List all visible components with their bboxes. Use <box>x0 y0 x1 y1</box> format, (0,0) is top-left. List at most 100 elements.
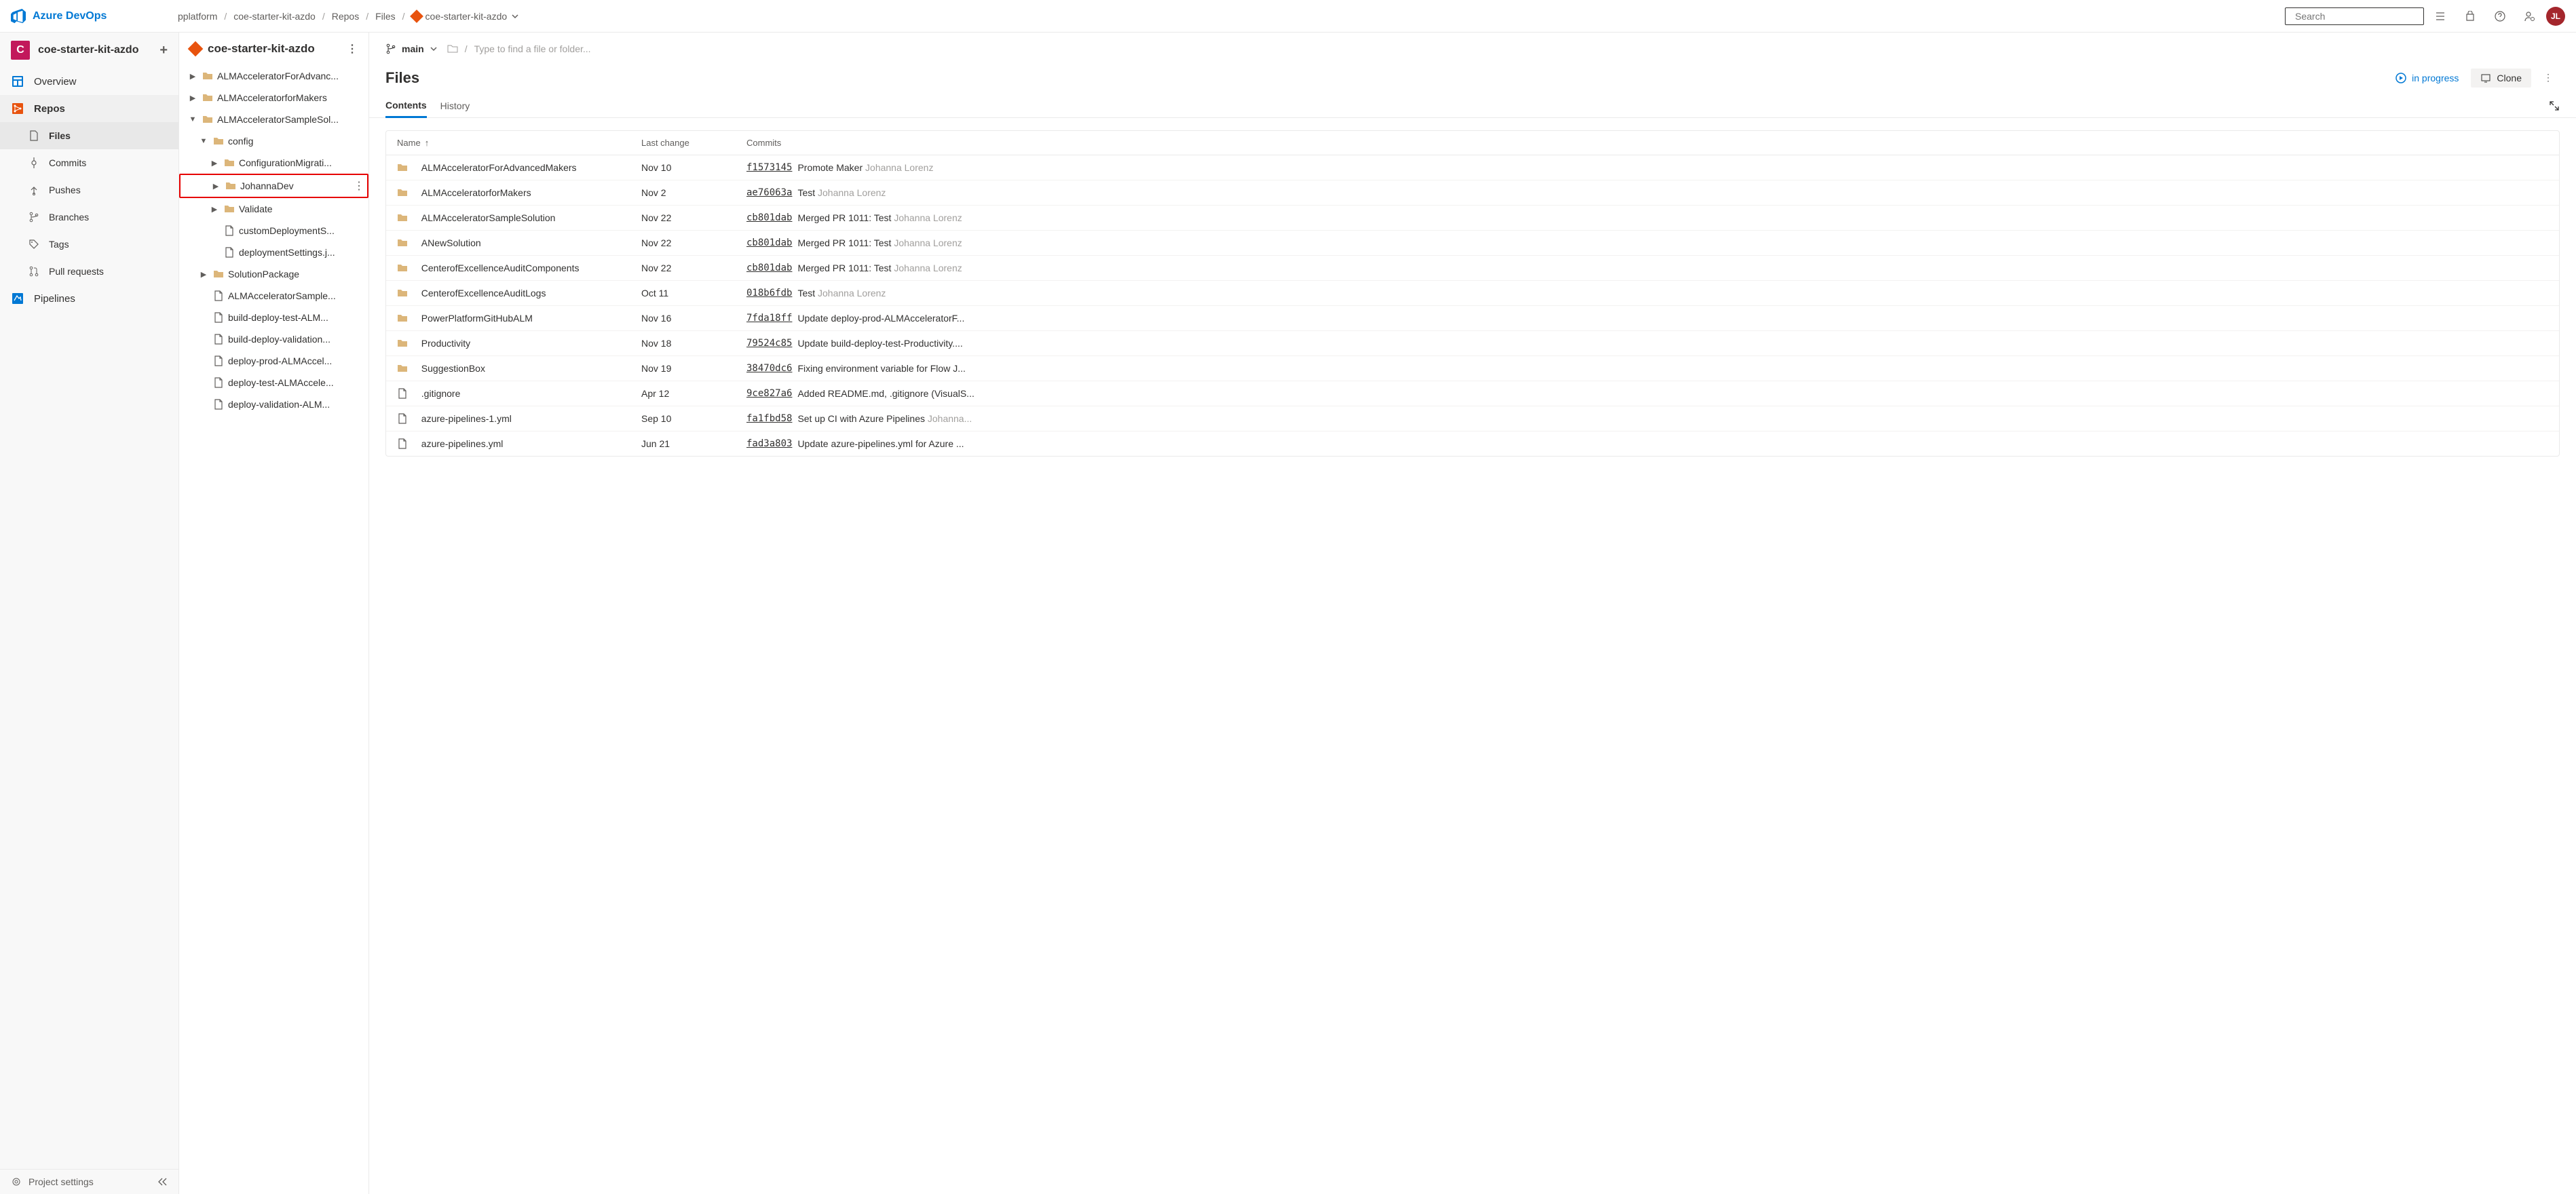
commit-hash[interactable]: 018b6fdb <box>746 288 792 298</box>
collapse-sidebar-icon[interactable] <box>157 1176 168 1187</box>
in-progress-link[interactable]: in progress <box>2395 73 2459 83</box>
folder-icon <box>224 204 235 214</box>
commit-hash[interactable]: 9ce827a6 <box>746 388 792 399</box>
clone-button[interactable]: Clone <box>2471 69 2531 88</box>
nav-commits[interactable]: Commits <box>0 149 178 176</box>
path-input[interactable]: / Type to find a file or folder... <box>447 43 2560 54</box>
chevron-down-icon[interactable]: ▼ <box>198 137 209 145</box>
sidebar-footer[interactable]: Project settings <box>0 1169 178 1194</box>
nav-tags[interactable]: Tags <box>0 231 178 258</box>
commit-hash[interactable]: cb801dab <box>746 212 792 223</box>
header-last-change[interactable]: Last change <box>641 138 746 148</box>
search-input[interactable] <box>2295 11 2418 22</box>
project-header[interactable]: C coe-starter-kit-azdo + <box>0 33 178 68</box>
commit-hash[interactable]: fa1fbd58 <box>746 413 792 424</box>
nav-pipelines[interactable]: Pipelines <box>0 285 178 312</box>
file-name: SuggestionBox <box>421 363 485 374</box>
tree-file[interactable]: build-deploy-validation... <box>179 328 368 350</box>
chevron-right-icon[interactable]: ▶ <box>187 94 198 102</box>
tree-folder[interactable]: ▶Validate <box>179 198 368 220</box>
table-row[interactable]: azure-pipelines-1.ymlSep 10fa1fbd58 Set … <box>386 406 2559 431</box>
main-content: main / Type to find a file or folder... … <box>369 33 2576 1194</box>
tree-folder[interactable]: ▼ALMAcceleratorSampleSol... <box>179 109 368 130</box>
tree-folder[interactable]: ▶ConfigurationMigrati... <box>179 152 368 174</box>
add-project-button[interactable]: + <box>159 43 168 58</box>
nav-files[interactable]: Files <box>0 122 178 149</box>
commit-hash[interactable]: 79524c85 <box>746 338 792 349</box>
shopping-bag-icon[interactable] <box>2457 3 2484 30</box>
help-icon[interactable] <box>2486 3 2514 30</box>
chevron-right-icon[interactable]: ▶ <box>198 270 209 279</box>
chevron-right-icon[interactable]: ▶ <box>210 182 221 191</box>
header-name[interactable]: Name ↑ <box>397 138 641 148</box>
search-box[interactable] <box>2285 7 2424 25</box>
breadcrumb-item[interactable]: pplatform <box>178 11 217 22</box>
list-icon[interactable] <box>2427 3 2454 30</box>
tree-file[interactable]: deploy-test-ALMAccele... <box>179 372 368 393</box>
table-row[interactable]: CenterofExcellenceAuditComponentsNov 22c… <box>386 256 2559 281</box>
tree-item-label: build-deploy-validation... <box>228 334 330 345</box>
tree-folder[interactable]: ▶JohannaDev <box>179 174 368 198</box>
sort-arrow-up-icon: ↑ <box>425 138 430 148</box>
nav-repos[interactable]: Repos <box>0 95 178 122</box>
file-icon <box>213 290 224 301</box>
tree-folder[interactable]: ▼config <box>179 130 368 152</box>
commit-hash[interactable]: cb801dab <box>746 263 792 273</box>
tree-file[interactable]: deploy-validation-ALM... <box>179 393 368 415</box>
chevron-right-icon[interactable]: ▶ <box>209 205 220 214</box>
breadcrumb-item[interactable]: Repos <box>332 11 359 22</box>
logo-section[interactable]: Azure DevOps <box>11 9 178 24</box>
nav-branches[interactable]: Branches <box>0 204 178 231</box>
tree-item-more-button[interactable]: ⋮ <box>354 179 364 193</box>
nav-overview[interactable]: Overview <box>0 68 178 95</box>
fullscreen-button[interactable] <box>2549 100 2560 111</box>
table-row[interactable]: azure-pipelines.ymlJun 21fad3a803 Update… <box>386 431 2559 456</box>
table-row[interactable]: CenterofExcellenceAuditLogsOct 11018b6fd… <box>386 281 2559 306</box>
commit-hash[interactable]: f1573145 <box>746 162 792 173</box>
tab-contents[interactable]: Contents <box>385 94 427 118</box>
file-icon <box>224 247 235 258</box>
header-commits[interactable]: Commits <box>746 138 2548 148</box>
table-row[interactable]: SuggestionBoxNov 1938470dc6 Fixing envir… <box>386 356 2559 381</box>
commit-hash[interactable]: fad3a803 <box>746 438 792 449</box>
table-row[interactable]: ANewSolutionNov 22cb801dab Merged PR 101… <box>386 231 2559 256</box>
table-row[interactable]: PowerPlatformGitHubALMNov 167fda18ff Upd… <box>386 306 2559 331</box>
tree-folder[interactable]: ▶SolutionPackage <box>179 263 368 285</box>
more-actions-button[interactable]: ⋮ <box>2537 68 2560 88</box>
chevron-right-icon[interactable]: ▶ <box>187 72 198 81</box>
tree-folder[interactable]: ▶ALMAcceleratorForAdvanc... <box>179 65 368 87</box>
table-row[interactable]: ProductivityNov 1879524c85 Update build-… <box>386 331 2559 356</box>
tree-file[interactable]: ALMAcceleratorSample... <box>179 285 368 307</box>
breadcrumb-item[interactable]: Files <box>375 11 396 22</box>
commit-hash[interactable]: 7fda18ff <box>746 313 792 324</box>
tree-item-label: build-deploy-test-ALM... <box>228 312 328 323</box>
commit-hash[interactable]: 38470dc6 <box>746 363 792 374</box>
tree-file[interactable]: customDeploymentS... <box>179 220 368 242</box>
branch-selector[interactable]: main <box>385 43 438 54</box>
breadcrumb-item[interactable]: coe-starter-kit-azdo <box>233 11 316 22</box>
breadcrumb-repo-selector[interactable]: coe-starter-kit-azdo <box>412 11 520 22</box>
commit-hash[interactable]: cb801dab <box>746 237 792 248</box>
tree-file[interactable]: deploy-prod-ALMAccel... <box>179 350 368 372</box>
nav-pushes[interactable]: Pushes <box>0 176 178 204</box>
user-settings-icon[interactable] <box>2516 3 2543 30</box>
tree-file[interactable]: deploymentSettings.j... <box>179 242 368 263</box>
chevron-down-icon[interactable]: ▼ <box>187 115 198 123</box>
table-row[interactable]: ALMAcceleratorSampleSolutionNov 22cb801d… <box>386 206 2559 231</box>
tree-folder[interactable]: ▶ALMAcceleratorforMakers <box>179 87 368 109</box>
nav-pull-requests[interactable]: Pull requests <box>0 258 178 285</box>
last-change-date: Nov 22 <box>641 263 746 273</box>
logo-text: Azure DevOps <box>33 10 107 22</box>
tree-item-label: customDeploymentS... <box>239 225 335 236</box>
tree-repo-header[interactable]: coe-starter-kit-azdo ⋮ <box>179 33 368 65</box>
tree-file[interactable]: build-deploy-test-ALM... <box>179 307 368 328</box>
table-row[interactable]: ALMAcceleratorforMakersNov 2ae76063a Tes… <box>386 180 2559 206</box>
tree-more-button[interactable]: ⋮ <box>347 42 358 56</box>
in-progress-label: in progress <box>2412 73 2459 83</box>
commit-hash[interactable]: ae76063a <box>746 187 792 198</box>
table-row[interactable]: ALMAcceleratorForAdvancedMakersNov 10f15… <box>386 155 2559 180</box>
user-avatar[interactable]: JL <box>2546 7 2565 26</box>
chevron-right-icon[interactable]: ▶ <box>209 159 220 168</box>
table-row[interactable]: .gitignoreApr 129ce827a6 Added README.md… <box>386 381 2559 406</box>
tab-history[interactable]: History <box>440 95 470 117</box>
